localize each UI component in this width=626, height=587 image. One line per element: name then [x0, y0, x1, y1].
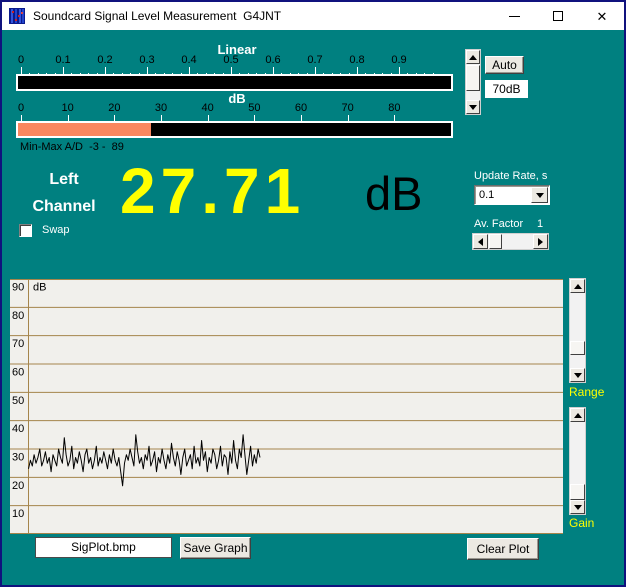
gain-label: Gain: [569, 516, 594, 530]
y-axis-label: 90: [12, 282, 24, 294]
signal-trace: [29, 435, 261, 486]
scale-label: 0.9: [391, 54, 406, 66]
scale-label: 30: [155, 102, 167, 114]
filename-field[interactable]: SigPlot.bmp: [35, 537, 172, 558]
av-factor-value: 1: [537, 218, 543, 230]
scroll-up-button[interactable]: [570, 279, 585, 293]
range-scrollbar[interactable]: [569, 278, 586, 383]
db-meter: [16, 121, 453, 138]
window-title: Soundcard Signal Level Measurement G4JNT: [33, 9, 281, 23]
scrollbar-thumb[interactable]: [570, 484, 585, 500]
minimize-icon: [509, 16, 520, 17]
clear-plot-button[interactable]: Clear Plot: [467, 538, 539, 560]
scroll-down-button[interactable]: [570, 368, 585, 382]
app-window: Soundcard Signal Level Measurement G4JNT…: [0, 0, 626, 587]
signal-plot: 90 80 70 60 50 40 30 20 10 dB: [10, 279, 563, 534]
scale-label: 60: [295, 102, 307, 114]
scale-label: 0.3: [139, 54, 154, 66]
scale-label: 0: [18, 54, 24, 66]
scale-label: 0.8: [349, 54, 364, 66]
db-meter-fill: [18, 123, 151, 136]
y-axis-label: 30: [12, 452, 24, 464]
scroll-up-button[interactable]: [570, 408, 585, 422]
channel-label: Left Channel: [10, 166, 118, 220]
title-bar: Soundcard Signal Level Measurement G4JNT…: [2, 2, 624, 30]
y-axis-label: 20: [12, 480, 24, 492]
y-axis-label: 80: [12, 310, 24, 322]
channel-label-line1: Left: [10, 166, 118, 193]
y-axis-label: 10: [12, 508, 24, 520]
scale-label: 80: [388, 102, 400, 114]
scale-label: 70: [342, 102, 354, 114]
left-arrow-icon: [478, 238, 483, 246]
scale-label: 50: [248, 102, 260, 114]
minimize-button[interactable]: [492, 2, 536, 30]
scale-label: 0.6: [265, 54, 280, 66]
scrollbar-thumb[interactable]: [466, 65, 480, 91]
range-label: Range: [569, 385, 604, 399]
scroll-down-button[interactable]: [570, 500, 585, 514]
range-display: 70dB: [485, 80, 528, 98]
av-factor-scrollbar[interactable]: [472, 233, 549, 250]
scrollbar-thumb[interactable]: [489, 234, 502, 249]
scale-label: 0.1: [55, 54, 70, 66]
minmax-readout: Min-Max A/D -3 - 89: [20, 141, 124, 153]
scrollbar-thumb[interactable]: [570, 341, 585, 355]
down-arrow-icon: [574, 505, 582, 510]
maximize-icon: [553, 11, 563, 21]
auto-button[interactable]: Auto: [485, 56, 524, 74]
scale-label: 10: [62, 102, 74, 114]
right-arrow-icon: [538, 238, 543, 246]
close-button[interactable]: ✕: [580, 2, 624, 30]
dropdown-button[interactable]: [531, 187, 548, 203]
up-arrow-icon: [574, 413, 582, 418]
scroll-up-button[interactable]: [466, 50, 480, 64]
meter-range-scrollbar[interactable]: [465, 49, 481, 115]
maximize-button[interactable]: [536, 2, 580, 30]
update-rate-label: Update Rate, s: [474, 170, 547, 182]
update-rate-value: 0.1: [479, 189, 494, 201]
channel-label-line2: Channel: [10, 193, 118, 220]
scroll-right-button[interactable]: [533, 234, 548, 249]
down-arrow-icon: [574, 373, 582, 378]
swap-checkbox-label: Swap: [42, 224, 70, 236]
y-axis-label: 50: [12, 395, 24, 407]
scroll-left-button[interactable]: [473, 234, 488, 249]
gain-scrollbar[interactable]: [569, 407, 586, 515]
swap-checkbox[interactable]: [19, 224, 32, 237]
scale-label: 0.4: [181, 54, 196, 66]
scroll-down-button[interactable]: [466, 100, 480, 114]
scale-label: 40: [202, 102, 214, 114]
up-arrow-icon: [469, 55, 477, 60]
y-axis-label: 60: [12, 367, 24, 379]
level-unit: dB: [365, 166, 423, 221]
close-icon: ✕: [597, 10, 608, 23]
save-graph-button[interactable]: Save Graph: [180, 537, 251, 559]
scale-label: 0.2: [97, 54, 112, 66]
scale-label: 0.7: [307, 54, 322, 66]
scale-label: 0.5: [223, 54, 238, 66]
av-factor-label: Av. Factor: [474, 218, 523, 230]
up-arrow-icon: [574, 284, 582, 289]
y-axis-unit: dB: [33, 282, 46, 294]
chevron-down-icon: [536, 193, 544, 198]
y-axis-label: 70: [12, 338, 24, 350]
down-arrow-icon: [469, 105, 477, 110]
app-icon[interactable]: [9, 8, 25, 24]
y-axis-label: 40: [12, 423, 24, 435]
level-readout: 27.71: [120, 154, 370, 228]
linear-meter: [16, 74, 453, 91]
scale-label: 0: [18, 102, 24, 114]
update-rate-select[interactable]: 0.1: [474, 185, 550, 205]
scale-label: 20: [108, 102, 120, 114]
signal-plot-canvas: 90 80 70 60 50 40 30 20 10 dB: [10, 279, 563, 534]
